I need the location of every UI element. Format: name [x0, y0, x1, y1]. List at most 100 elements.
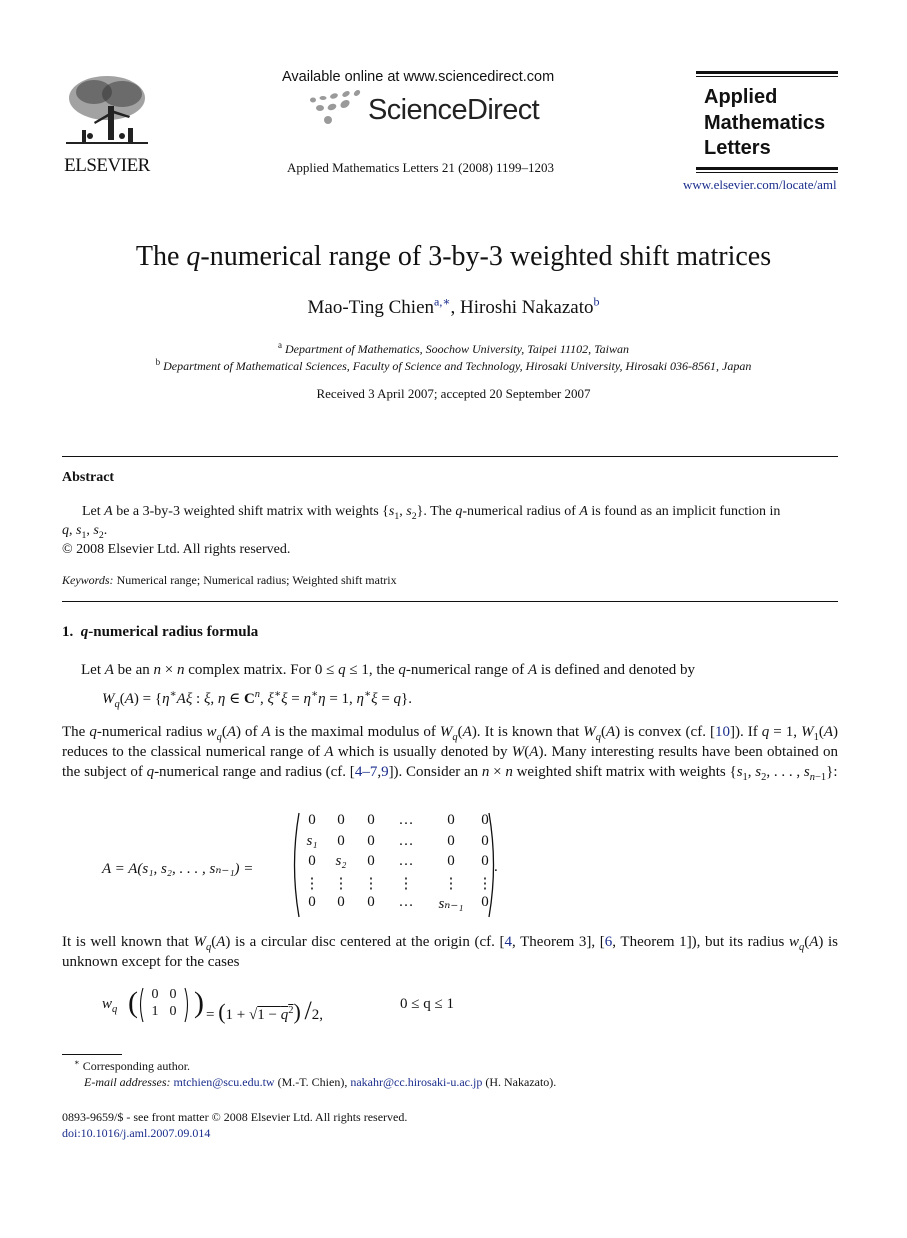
formula-range: 0 ≤ q ≤ 1: [400, 996, 454, 1012]
matrix-cell: 0: [308, 853, 316, 869]
citation-link[interactable]: 4–7: [355, 764, 378, 780]
author-name: Mao-Ting Chien: [307, 297, 435, 318]
elsevier-wordmark: ELSEVIER: [64, 155, 150, 176]
doi-link[interactable]: doi:10.1016/j.aml.2007.09.014: [62, 1126, 210, 1141]
abstract-text-line2: q, s1, s2.: [62, 523, 108, 541]
elsevier-logo: ELSEVIER: [62, 72, 152, 176]
matrix-lhs: A = A(s₁, s₂, . . . , sₙ₋₁) =: [102, 861, 254, 877]
issn-line: 0893-9659/$ - see front matter © 2008 El…: [62, 1110, 408, 1124]
matrix-cell: 0: [447, 832, 455, 849]
matrix-grid: 0 0 0… 0 0 s₁ 0 0… 0 0 0 s₂ 0… 0 0 ⋮ ⋮ ⋮ ⋮ ⋮ ⋮ 0 0 0… sₙ₋₁ 0: [300, 812, 496, 915]
citation-link[interactable]: 6: [605, 934, 613, 950]
matrix-cell: 0: [367, 812, 375, 828]
definition-equation: Wq(A) = {η∗Aξ : ξ, η ∈ Cn, ξ∗ξ = η∗η = 1…: [102, 689, 412, 710]
elsevier-tree-icon: [66, 76, 148, 144]
matrix-cell: 0: [337, 894, 345, 910]
email-label: E-mail addresses:: [84, 1075, 171, 1089]
affiliation-a: a Department of Mathematics, Soochow Uni…: [0, 340, 907, 357]
matrix-cell: ⋮: [363, 875, 379, 892]
matrix-cell: 0: [367, 853, 375, 869]
citation-link[interactable]: 10: [715, 724, 730, 740]
journal-reference: Applied Mathematics Letters 21 (2008) 11…: [287, 160, 555, 175]
matrix-cell: 0: [447, 853, 455, 869]
matrix-cell: 0: [337, 832, 345, 849]
citation-link[interactable]: 4: [505, 934, 513, 950]
radius-formula: wq ( 00 10 ) = (1 + √1 − q2) /2, 0 ≤ q ≤…: [102, 985, 522, 1025]
matrix-cell: ⋮: [443, 875, 459, 892]
paragraph-main: The q-numerical radius wq(A) of A is the…: [62, 724, 839, 783]
author-affiliation-link[interactable]: a,∗: [434, 295, 450, 309]
weighted-shift-matrix-equation: A = A(s₁, s₂, . . . , sₙ₋₁) = 0 0 0 … 0 0 s₁ 0 0…: [102, 812, 522, 922]
available-online-text: Available online at www.sciencedirect.co…: [282, 69, 555, 85]
abstract-text: Let A be a 3-by-3 weighted shift matrix …: [82, 504, 781, 522]
matrix-cell: 1: [151, 1004, 159, 1019]
footnote-emails: E-mail addresses: mtchien@scu.edu.tw (M.…: [84, 1075, 557, 1089]
journal-title-line: Letters: [704, 137, 771, 159]
matrix-cell: …: [398, 894, 414, 910]
email-link[interactable]: nakahr@cc.hirosaki-u.ac.jp: [350, 1075, 482, 1089]
affiliation-text: Department of Mathematical Sciences, Fac…: [163, 359, 752, 373]
matrix-cell: 0: [447, 812, 455, 828]
matrix-cell: 0: [367, 832, 375, 849]
abstract-body: Let A be a 3-by-3 weighted shift matrix …: [62, 502, 838, 559]
matrix-cell: s₂: [335, 853, 347, 869]
matrix-cell: …: [398, 853, 414, 869]
keywords-label: Keywords:: [62, 573, 114, 587]
small-matrix: 00 10: [138, 987, 192, 1023]
left-paren-icon: [293, 812, 300, 918]
bottom-rule-thin: [696, 171, 838, 173]
matrix-period: .: [494, 859, 498, 875]
matrix-cell: 0: [308, 812, 316, 828]
author-name: Hiroshi Nakazato: [460, 297, 594, 318]
affiliation-mark: a: [278, 340, 282, 350]
paragraph-known: It is well known that Wq(A) is a circula…: [62, 934, 839, 970]
outer-paren: ): [194, 986, 204, 1019]
divider: [62, 456, 838, 457]
matrix-cell: …: [398, 812, 414, 828]
matrix-cell: 0: [169, 987, 177, 1002]
journal-url-link[interactable]: www.elsevier.com/locate/aml: [683, 177, 837, 193]
sciencedirect-dots-icon: [310, 90, 361, 124]
footnote-rule: [62, 1054, 122, 1055]
left-paren-icon: [139, 987, 144, 1023]
email-link[interactable]: mtchien@scu.edu.tw: [174, 1075, 275, 1089]
received-dates: Received 3 April 2007; accepted 20 Septe…: [316, 386, 591, 401]
title-prefix: The: [135, 241, 187, 272]
citation-link[interactable]: 9: [381, 764, 389, 780]
paragraph-intro: Let A be an n × n complex matrix. For 0 …: [81, 662, 695, 678]
matrix-cell: 0: [169, 1004, 177, 1019]
title-variable: q: [186, 241, 201, 272]
matrix-cell: ⋮: [333, 875, 349, 892]
sciencedirect-wordmark: ScienceDirect: [368, 94, 540, 126]
keywords-list: Numerical range; Numerical radius; Weigh…: [116, 573, 397, 587]
sciencedirect-logo: ScienceDirect: [308, 90, 548, 134]
matrix-cell: 0: [367, 894, 375, 910]
matrix-cell: sₙ₋₁: [438, 896, 464, 912]
formula-rhs: = (1 + √1 − q2) /2,: [206, 996, 324, 1025]
copyright-notice: © 2008 Elsevier Ltd. All rights reserved…: [62, 542, 291, 557]
journal-title: Applied Mathematics Letters: [696, 77, 838, 167]
footnote-corresponding: ∗ Corresponding author.: [74, 1058, 191, 1073]
matrix-cell: 0: [151, 987, 159, 1002]
right-paren-icon: [184, 987, 189, 1023]
author-affiliation-link[interactable]: b: [593, 295, 599, 309]
title-suffix: -numerical range of 3-by-3 weighted shif…: [200, 241, 772, 272]
author-list: Mao-Ting Chiena,∗, Hiroshi Nakazatob: [0, 295, 907, 319]
matrix: 0 0 0… 0 0 s₁ 0 0… 0 0 0 s₂ 0… 0 0 ⋮ ⋮ ⋮ ⋮ ⋮ ⋮ 0 0 0… sₙ₋₁ 0: [290, 812, 495, 920]
section-heading: 1. q-numerical radius formula: [62, 624, 259, 640]
matrix-cell: 0: [337, 812, 345, 828]
small-matrix-grid: 00 10: [146, 987, 182, 1021]
journal-title-box: Applied Mathematics Letters: [696, 71, 838, 173]
author-separator: ,: [450, 297, 460, 318]
article-title: The q-numerical range of 3-by-3 weighted…: [0, 241, 907, 273]
journal-title-line: Applied: [704, 86, 778, 108]
matrix-cell: ⋮: [304, 875, 320, 892]
formula-lhs: wq: [102, 996, 118, 1015]
top-rule: [696, 71, 838, 74]
keywords: Keywords: Numerical range; Numerical rad…: [62, 573, 397, 588]
bottom-rule: [696, 166, 838, 170]
matrix-cell: 0: [308, 894, 316, 910]
matrix-cell: …: [398, 832, 414, 849]
affiliation-text: Department of Mathematics, Soochow Unive…: [285, 342, 629, 356]
affiliation-mark: b: [155, 357, 161, 367]
